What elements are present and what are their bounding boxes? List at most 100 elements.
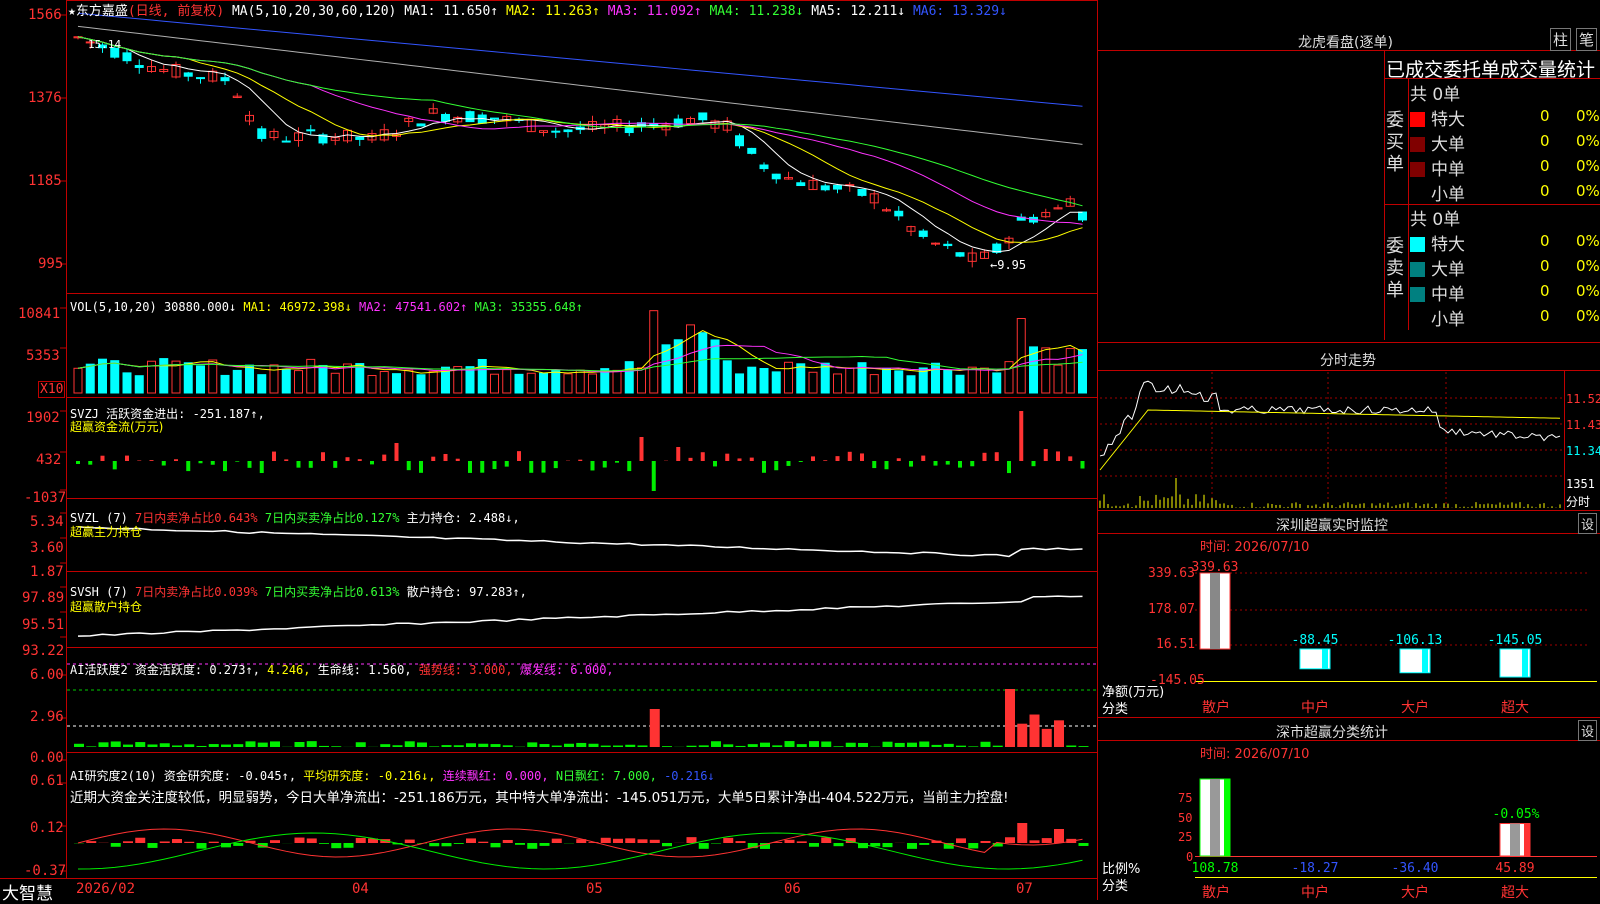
buy-swatch-2 (1410, 137, 1425, 152)
sell-row-2: 大单 (1410, 255, 1465, 280)
svsh-axis-2: 95.51 (22, 617, 64, 633)
ai2-comment: 近期大资金关注度较低，明显弱势，今日大单净流出：-251.186万元，其中特大单… (70, 786, 1098, 806)
monitor-bar-shade-3 (1522, 649, 1528, 677)
buy-level-2: 大单 (1431, 135, 1465, 155)
svzl-axis-3: 1.87 (30, 564, 64, 580)
sell-count-1: 0 (1540, 232, 1550, 250)
intraday-axis-2: 11.43 (1566, 418, 1600, 432)
monitor-title: 深圳超赢实时监控 (1276, 515, 1388, 535)
ai1-title: AI活跃度2 资金活跃度: 0.273↑, (70, 663, 260, 677)
ai2-v5: -0.216↓ (664, 769, 715, 783)
chart-header: ★东方嘉盛(日线, 前复权) MA(5,10,20,30,60,120) MA1… (68, 0, 1007, 19)
tick-mode-button[interactable]: 笔 (1576, 28, 1597, 51)
brand-logo[interactable]: 大智慧 (2, 879, 53, 904)
ai2-axis-2: 0.12 (30, 820, 64, 836)
date-label-4: 06 (784, 881, 801, 897)
vol-ma3: MA3: 35355.648↑ (475, 300, 583, 314)
vol-ma2: MA2: 47541.602↑ (359, 300, 467, 314)
sell-row-3: 中单 (1410, 280, 1465, 305)
price-axis-2: 1376 (28, 90, 62, 106)
sell-pct-1: 0% (1576, 232, 1600, 250)
monitor-settings-button[interactable]: 设 (1578, 513, 1597, 534)
ai1-v3: 生命线: 1.560, (318, 663, 412, 677)
svsh-axis-3: 93.22 (22, 643, 64, 659)
svzj-axis-1: 1902 (26, 410, 60, 426)
ai2-axis-3: -0.37 (24, 863, 66, 879)
stock-name[interactable]: 东方嘉盛 (76, 4, 128, 19)
monitor-bar-label-1: -88.45 (1292, 633, 1339, 648)
ma2-value: MA2: 11.263↑ (506, 4, 600, 19)
sell-label: 委卖单 (1386, 236, 1408, 302)
ai1-v4: 强势线: 3.000, (419, 663, 513, 677)
buy-count-3: 0 (1540, 157, 1550, 175)
monitor-axis-1: 339.63 (1148, 566, 1195, 581)
date-label-1: 2026/02 (76, 881, 135, 897)
class-title: 深市超赢分类统计 (1276, 722, 1388, 742)
sell-row-4: 小单 (1410, 305, 1465, 330)
class-bar-label-1: -18.27 (1292, 861, 1339, 876)
date-label-2: 04 (352, 881, 369, 897)
class-time: 时间: 2026/07/10 (1200, 743, 1309, 762)
class-cat-1: 散户 (1202, 882, 1230, 902)
svsh-t3: 散户持仓: 97.283↑, (407, 585, 527, 599)
sell-swatch-1 (1410, 237, 1425, 252)
panel-title: 龙虎看盘(逐单) (1298, 32, 1393, 52)
ai1-v5: 爆发线: 6.000, (520, 663, 614, 677)
sell-swatch-2 (1410, 262, 1425, 277)
svsh-title: SVSH (7) (70, 585, 128, 599)
svsh-t2: 7日内买卖净占比0.613% (265, 585, 400, 599)
right-panel-graphics: 339.63-88.45-106.13-145.05108.78-18.27-3… (0, 0, 1600, 900)
vol-value: 30880.000↓ (164, 300, 236, 314)
svzl-subtitle: 超赢主力持仓 (70, 523, 142, 540)
ai1-axis-3: 0.00 (30, 750, 64, 766)
sell-count-3: 0 (1540, 282, 1550, 300)
high-annotation: 15.14 (88, 38, 121, 51)
period-label[interactable]: (日线, 前复权) (128, 4, 224, 19)
price-axis-3: 1185 (28, 173, 62, 189)
low-annotation: ←9.95 (990, 258, 1026, 272)
monitor-cat-1: 散户 (1202, 697, 1230, 717)
class-cat-2: 中户 (1301, 882, 1329, 902)
ma-title: MA(5,10,20,30,60,120) (232, 4, 396, 19)
monitor-axis-3: 16.51 (1156, 637, 1195, 652)
class-axis-1: 75 (1178, 791, 1192, 805)
vol-ma1: MA1: 46972.398↓ (243, 300, 351, 314)
sell-swatch-3 (1410, 287, 1425, 302)
ai2-v4: N日飘红: 7.000, (556, 769, 657, 783)
monitor-bar-label-3: -145.05 (1488, 633, 1543, 648)
buy-level-4: 小单 (1431, 185, 1465, 205)
svsh-axis-1: 97.89 (22, 590, 64, 606)
class-axis-4: 0 (1186, 850, 1193, 864)
class-cat-3: 大户 (1401, 882, 1429, 902)
monitor-bar-shade-2 (1422, 649, 1428, 673)
monitor-bar-shade-1 (1322, 649, 1328, 669)
ma4-value: MA4: 11.238↓ (709, 4, 803, 19)
svzj-subtitle: 超赢资金流(万元) (70, 418, 163, 435)
buy-row-3: 中单 (1410, 155, 1465, 180)
ai1-v2: 4.246, (267, 663, 310, 677)
date-label-5: 07 (1016, 881, 1033, 897)
buy-row-4: 小单 (1410, 180, 1465, 205)
class-settings-button[interactable]: 设 (1578, 720, 1597, 741)
class-xlabel: 分类 (1102, 875, 1128, 894)
vol-axis-1: 10841 (18, 306, 60, 322)
sell-count-4: 0 (1540, 307, 1550, 325)
vol-axis-2: 5353 (26, 348, 60, 364)
monitor-axis-2: 178.07 (1148, 602, 1195, 617)
buy-total: 共 0单 (1410, 80, 1460, 105)
vol-header: VOL(5,10,20) 30880.000↓ MA1: 46972.398↓ … (70, 300, 583, 314)
buy-swatch-1 (1410, 112, 1425, 127)
sell-level-4: 小单 (1431, 310, 1465, 330)
monitor-cat-4: 超大 (1501, 697, 1529, 717)
svzl-t2: 7日内买卖净占比0.127% (265, 511, 400, 525)
monitor-xlabel: 分类 (1102, 698, 1128, 717)
class-bar-label-3: 45.89 (1495, 861, 1534, 876)
class-bar-shade-3 (1510, 824, 1520, 856)
bar-mode-button[interactable]: 柱 (1550, 28, 1571, 51)
class-cat-4: 超大 (1501, 882, 1529, 902)
svzl-axis-2: 3.60 (30, 540, 64, 556)
intraday-unit: 分时 (1566, 493, 1590, 510)
vol-title: VOL(5,10,20) (70, 300, 157, 314)
star-icon[interactable]: ★ (68, 4, 76, 19)
date-label-3: 05 (586, 881, 603, 897)
